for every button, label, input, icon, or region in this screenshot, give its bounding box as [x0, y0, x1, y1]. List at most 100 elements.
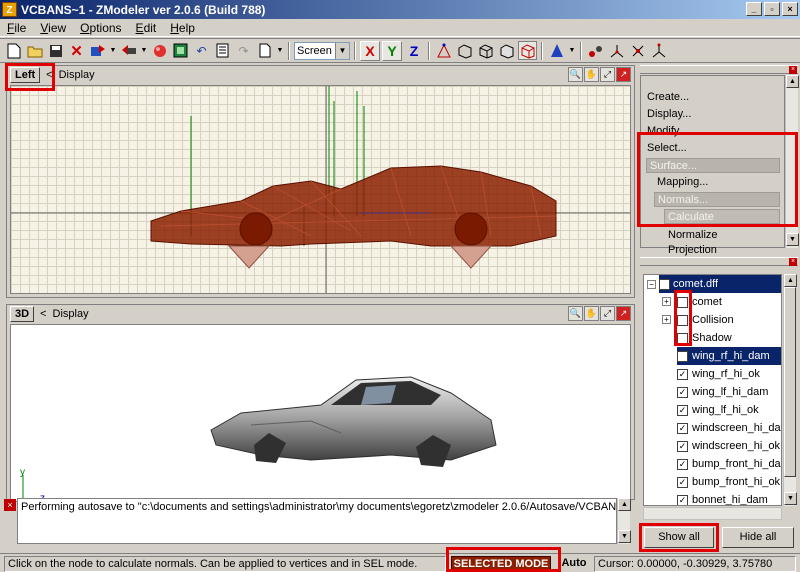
- new-page-icon[interactable]: [255, 41, 274, 60]
- chevron-left-icon[interactable]: <: [40, 308, 46, 320]
- command-display[interactable]: Display...: [647, 108, 691, 120]
- scroll-down-icon[interactable]: ▼: [618, 530, 631, 543]
- open-folder-icon[interactable]: [25, 41, 44, 60]
- pan-hand-icon[interactable]: ✋: [584, 306, 599, 321]
- auto-toggle[interactable]: Auto: [558, 556, 590, 572]
- viewport-3d-label[interactable]: 3D: [10, 306, 35, 322]
- viewport-left-display[interactable]: Display: [59, 69, 95, 81]
- tree-item-windscreen-hi-dam[interactable]: ✓ windscreen_hi_dam: [677, 419, 781, 437]
- cone-icon[interactable]: [547, 41, 566, 60]
- select-object-icon[interactable]: [476, 41, 495, 60]
- hide-all-button[interactable]: Hide all: [722, 527, 794, 548]
- redo-icon[interactable]: ↷: [234, 41, 253, 60]
- tree-item-bump-front-hi-dam[interactable]: ✓ bump_front_hi_dam: [677, 455, 781, 473]
- zoom-extents-icon[interactable]: ⤢: [600, 67, 615, 82]
- export-icon[interactable]: [119, 41, 138, 60]
- command-normals[interactable]: Normals...: [654, 192, 780, 207]
- import-dropdown-icon[interactable]: ▼: [109, 41, 117, 60]
- command-normalize[interactable]: Normalize: [668, 229, 718, 241]
- properties-icon[interactable]: [213, 41, 232, 60]
- export-dropdown-icon[interactable]: ▼: [140, 41, 148, 60]
- new-file-icon[interactable]: [4, 41, 23, 60]
- select-vertex-icon[interactable]: [434, 41, 453, 60]
- menu-view[interactable]: View: [33, 21, 73, 35]
- scroll-thumb[interactable]: [784, 287, 796, 477]
- panel-close-icon[interactable]: ×: [789, 258, 797, 266]
- zoom-icon[interactable]: 🔍: [568, 306, 583, 321]
- select-mode-cube-icon[interactable]: [518, 41, 537, 60]
- select-face-icon[interactable]: [455, 41, 474, 60]
- selected-mode-badge[interactable]: SELECTED MODE: [451, 556, 551, 572]
- command-mapping[interactable]: Mapping...: [657, 176, 708, 188]
- command-create[interactable]: Create...: [647, 91, 689, 103]
- tree-item-comet[interactable]: comet: [677, 293, 722, 311]
- scroll-up-icon[interactable]: ▲: [618, 498, 631, 511]
- tree-item-wing-rf-hi-ok[interactable]: ✓ wing_rf_hi_ok: [677, 365, 760, 383]
- zoom-icon[interactable]: 🔍: [568, 67, 583, 82]
- viewport-left[interactable]: Left < Display 🔍 ✋ ⤢ ↗: [6, 65, 635, 298]
- menu-edit[interactable]: Edit: [129, 21, 164, 35]
- wireframe-grid[interactable]: [10, 85, 631, 294]
- scroll-down-icon[interactable]: ▼: [784, 492, 797, 505]
- axes-icon[interactable]: [607, 41, 626, 60]
- command-modify[interactable]: Modify...: [647, 125, 688, 137]
- pan-hand-icon[interactable]: ✋: [584, 67, 599, 82]
- tree-scrollbar[interactable]: ▲ ▼: [783, 274, 797, 506]
- minimize-button[interactable]: _: [746, 2, 762, 16]
- render-view[interactable]: y z: [10, 324, 631, 502]
- coord-mode-select[interactable]: Screen ▼: [294, 41, 350, 60]
- scroll-up-icon[interactable]: ▲: [786, 75, 799, 88]
- viewport-3d-display[interactable]: Display: [53, 308, 89, 320]
- tree-item-bump-front-hi-ok[interactable]: ✓ bump_front_hi_ok: [677, 473, 780, 491]
- delete-icon[interactable]: ✕: [67, 41, 86, 60]
- page-dropdown-icon[interactable]: ▼: [276, 41, 284, 60]
- app-icon[interactable]: Z: [2, 2, 17, 17]
- tree-root[interactable]: ✓ comet.dff: [659, 275, 781, 293]
- import-icon[interactable]: [88, 41, 107, 60]
- close-button[interactable]: ×: [782, 2, 798, 16]
- menu-file[interactable]: File: [0, 21, 33, 35]
- zoom-extents-icon[interactable]: ⤢: [600, 306, 615, 321]
- viewport-left-label[interactable]: Left: [10, 67, 41, 83]
- command-select[interactable]: Select...: [647, 142, 687, 154]
- log-scrollbar[interactable]: ▲ ▼: [617, 498, 631, 544]
- show-all-button[interactable]: Show all: [644, 527, 714, 548]
- command-surface[interactable]: Surface...: [646, 158, 780, 173]
- chevron-left-icon[interactable]: <: [46, 69, 52, 81]
- maximize-button[interactable]: ▫: [764, 2, 780, 16]
- panel-close-icon[interactable]: ×: [789, 66, 797, 74]
- tree-item-collision[interactable]: Collision: [677, 311, 734, 329]
- tree-item-wing-rf-hi-dam[interactable]: ✓ wing_rf_hi_dam: [677, 347, 781, 365]
- tree-item-wing-lf-hi-dam[interactable]: ✓ wing_lf_hi_dam: [677, 383, 768, 401]
- tree-hscrollbar[interactable]: [643, 507, 782, 520]
- texture-icon[interactable]: [171, 41, 190, 60]
- select-group-icon[interactable]: [497, 41, 516, 60]
- maximize-viewport-icon[interactable]: ↗: [616, 67, 631, 82]
- command-projection[interactable]: Projection: [668, 244, 717, 256]
- object-tree[interactable]: − ✓ comet.dff + comet + Collision Shadow …: [643, 274, 782, 506]
- collapse-icon[interactable]: −: [647, 280, 656, 289]
- scroll-up-icon[interactable]: ▲: [784, 274, 797, 287]
- menu-options[interactable]: Options: [73, 21, 128, 35]
- expand-icon[interactable]: +: [662, 297, 671, 306]
- tree-item-wing-lf-hi-ok[interactable]: ✓ wing_lf_hi_ok: [677, 401, 759, 419]
- cone-dropdown-icon[interactable]: ▼: [568, 41, 576, 60]
- maximize-viewport-icon[interactable]: ↗: [616, 306, 631, 321]
- axis-x-toggle[interactable]: X: [360, 40, 380, 61]
- menu-help[interactable]: Help: [163, 21, 202, 35]
- viewport-3d[interactable]: 3D < Display 🔍 ✋ ⤢ ↗ y: [6, 304, 635, 502]
- tree-item-shadow[interactable]: Shadow: [677, 329, 732, 347]
- material-sphere-icon[interactable]: [150, 41, 169, 60]
- command-scrollbar[interactable]: ▲ ▼: [785, 75, 799, 248]
- move-axes-icon[interactable]: [628, 41, 647, 60]
- undo-icon[interactable]: ↶: [192, 41, 211, 60]
- tree-item-windscreen-hi-ok[interactable]: ✓ windscreen_hi_ok: [677, 437, 780, 455]
- command-calculate[interactable]: Calculate: [664, 209, 780, 224]
- expand-icon[interactable]: +: [662, 315, 671, 324]
- save-icon[interactable]: [46, 41, 65, 60]
- scroll-down-icon[interactable]: ▼: [786, 233, 799, 246]
- tree-item-bonnet-hi-dam[interactable]: ✓ bonnet_hi_dam: [677, 491, 768, 505]
- axis-z-toggle[interactable]: Z: [404, 41, 424, 61]
- link-icon[interactable]: [586, 41, 605, 60]
- log-close-icon[interactable]: ×: [4, 499, 16, 511]
